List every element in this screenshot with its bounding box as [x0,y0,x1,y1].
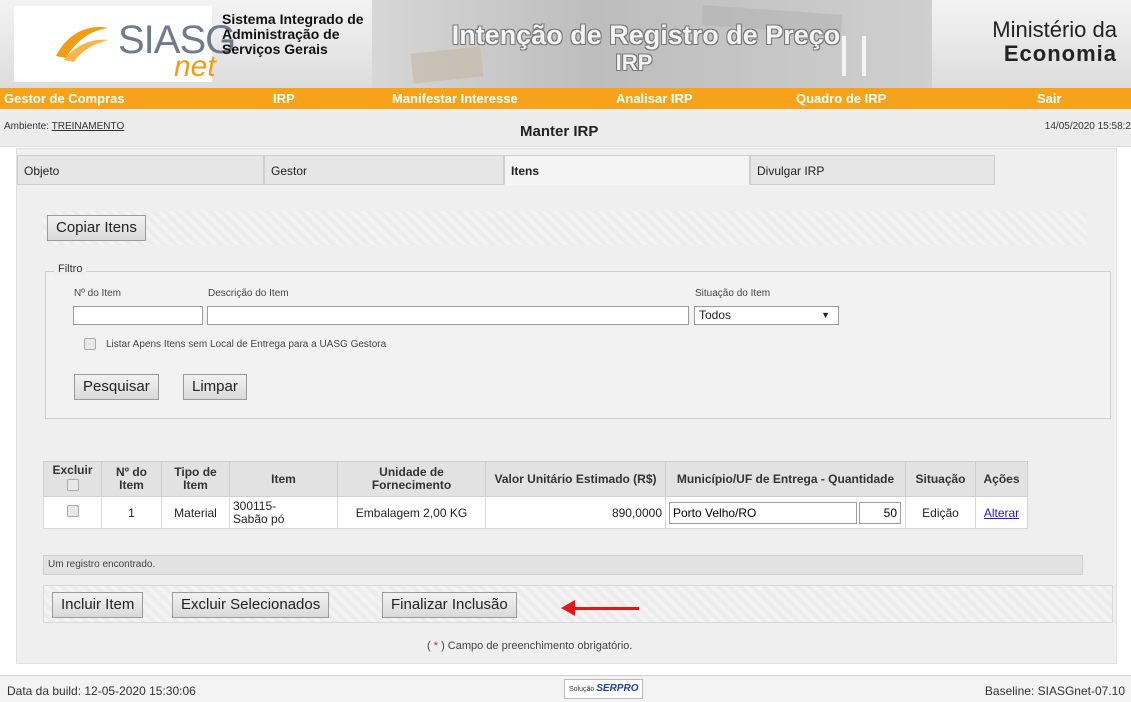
item-number-label: Nº do Item [74,288,122,299]
banner-subtitle: IRP [615,50,653,75]
col-header-excluir-label: Excluir [52,463,93,477]
tab-gestor[interactable]: Gestor [264,155,504,185]
serpro-logo: Solução SERPRO [564,679,644,699]
page-title: Manter IRP [520,123,599,140]
siasgnet-logo: SIASG net [14,6,236,82]
cell-tipo: Material [161,496,230,529]
red-arrow-head-icon [561,600,575,616]
item-status-value: Todos [699,308,732,322]
clear-button[interactable]: Limpar [183,374,247,400]
actions-toolbar: Incluir Item Excluir Selecionados Finali… [43,585,1113,623]
required-note-text: ) Campo de preenchimento obrigatório. [441,640,633,652]
alter-link[interactable]: Alterar [984,506,1019,520]
environment-link[interactable]: TREINAMENTO [52,121,125,132]
col-header-acoes: Ações [975,461,1028,497]
cell-unidade: Embalagem 2,00 KG [337,496,486,529]
status-bar: Um registro encontrado. [43,555,1083,575]
required-asterisk: * [430,640,442,652]
delivery-city-input[interactable] [669,501,857,524]
col-header-unidade: Unidade de Fornecimento [337,461,486,497]
col-header-valor: Valor Unitário Estimado (R$) [485,461,666,497]
col-header-excluir: Excluir [43,461,102,497]
item-status-select[interactable]: Todos ▼ [694,306,839,325]
ministry-name: Ministério da Economia [992,18,1117,66]
tab-divulgar-irp[interactable]: Divulgar IRP [750,155,995,185]
serpro-name: SERPRO [596,683,639,694]
copy-toolbar: Copiar Itens [43,211,1087,245]
required-field-note: ( * ) Campo de preenchimento obrigatório… [427,640,632,652]
table-row: 1 Material 300115- Sabão pó Embalagem 2,… [43,496,1028,529]
ministry-line-1: Ministério da [992,17,1117,42]
current-datetime: 14/05/2020 15:58:2 [1044,121,1131,132]
delivery-quantity-input[interactable] [859,501,901,524]
page-footer: Data da build: 12-05-2020 15:30:06 Soluç… [0,675,1131,702]
search-button[interactable]: Pesquisar [74,374,159,400]
environment-label: Ambiente: TREINAMENTO [4,121,124,132]
filter-fieldset: Filtro Nº do Item Descrição do Item Situ… [45,263,1111,419]
item-number-input[interactable] [73,306,203,325]
logo-swoosh-icon [56,27,108,62]
cell-item: 300115- Sabão pó [229,496,338,529]
tab-itens[interactable]: Itens [504,155,750,185]
serpro-prefix: Solução [569,686,595,693]
build-date: Data da build: 12-05-2020 15:30:06 [7,684,196,698]
system-name: Sistema Integrado de Administração de Se… [222,11,364,57]
banner-decoration [410,46,484,84]
filter-legend: Filtro [54,263,87,275]
select-all-checkbox[interactable] [66,479,79,491]
col-header-num: Nº do Item [101,461,162,497]
finish-inclusion-button[interactable]: Finalizar Inclusão [382,592,517,618]
item-description-input[interactable] [207,306,689,325]
header-banner: Intenção de Registro de Preço IRP [372,0,932,88]
no-delivery-location-checkbox[interactable] [84,338,96,350]
col-header-situacao: Situação [905,461,976,497]
dropdown-arrow-icon: ▼ [821,310,830,320]
baseline-version: Baseline: SIASGnet-07.10 [984,684,1125,698]
main-panel: Objeto Gestor Itens Divulgar IRP Copiar … [16,148,1117,664]
info-bar: Ambiente: TREINAMENTO Manter IRP 14/05/2… [0,109,1131,147]
cell-acoes: Alterar [975,496,1028,529]
col-header-item: Item [229,461,338,497]
cell-municipio [665,496,906,529]
item-status-label: Situação do Item [695,288,771,299]
col-header-tipo: Tipo de Item [161,461,230,497]
nav-sair[interactable]: Sair [1037,88,1062,109]
environment-label-text: Ambiente: [4,121,50,132]
cell-situacao: Edição [905,496,976,529]
banner-title: Intenção de Registro de Preço [451,20,841,50]
delete-selected-button[interactable]: Excluir Selecionados [172,592,330,618]
table-header-row: Excluir Nº do Item Tipo de Item Item Uni… [43,461,1028,497]
cell-valor: 890,0000 [485,496,666,529]
logo-net-text: net [174,50,216,83]
nav-irp[interactable]: IRP [273,88,295,109]
cell-num: 1 [101,496,162,529]
nav-gestor-de-compras[interactable]: Gestor de Compras [4,88,125,109]
row-select-cell [43,496,102,529]
include-item-button[interactable]: Incluir Item [52,592,144,618]
nav-analisar-irp[interactable]: Analisar IRP [616,88,693,109]
items-table: Excluir Nº do Item Tipo de Item Item Uni… [43,461,1028,529]
no-delivery-location-label: Listar Apens Itens sem Local de Entrega … [106,339,387,350]
tab-objeto[interactable]: Objeto [17,155,264,185]
ministry-line-2: Economia [1003,41,1117,66]
item-description-label: Descrição do Item [208,288,289,299]
red-arrow-icon [567,607,639,610]
copy-items-button[interactable]: Copiar Itens [47,215,146,241]
page-header: SIASG net Sistema Integrado de Administr… [0,0,1131,88]
nav-quadro-de-irp[interactable]: Quadro de IRP [796,88,886,109]
nav-manifestar-interesse[interactable]: Manifestar Interesse [392,88,518,109]
col-header-municipio: Município/UF de Entrega - Quantidade [665,461,906,497]
main-nav: Gestor de Compras IRP Manifestar Interes… [0,88,1131,109]
row-select-checkbox[interactable] [66,505,79,517]
